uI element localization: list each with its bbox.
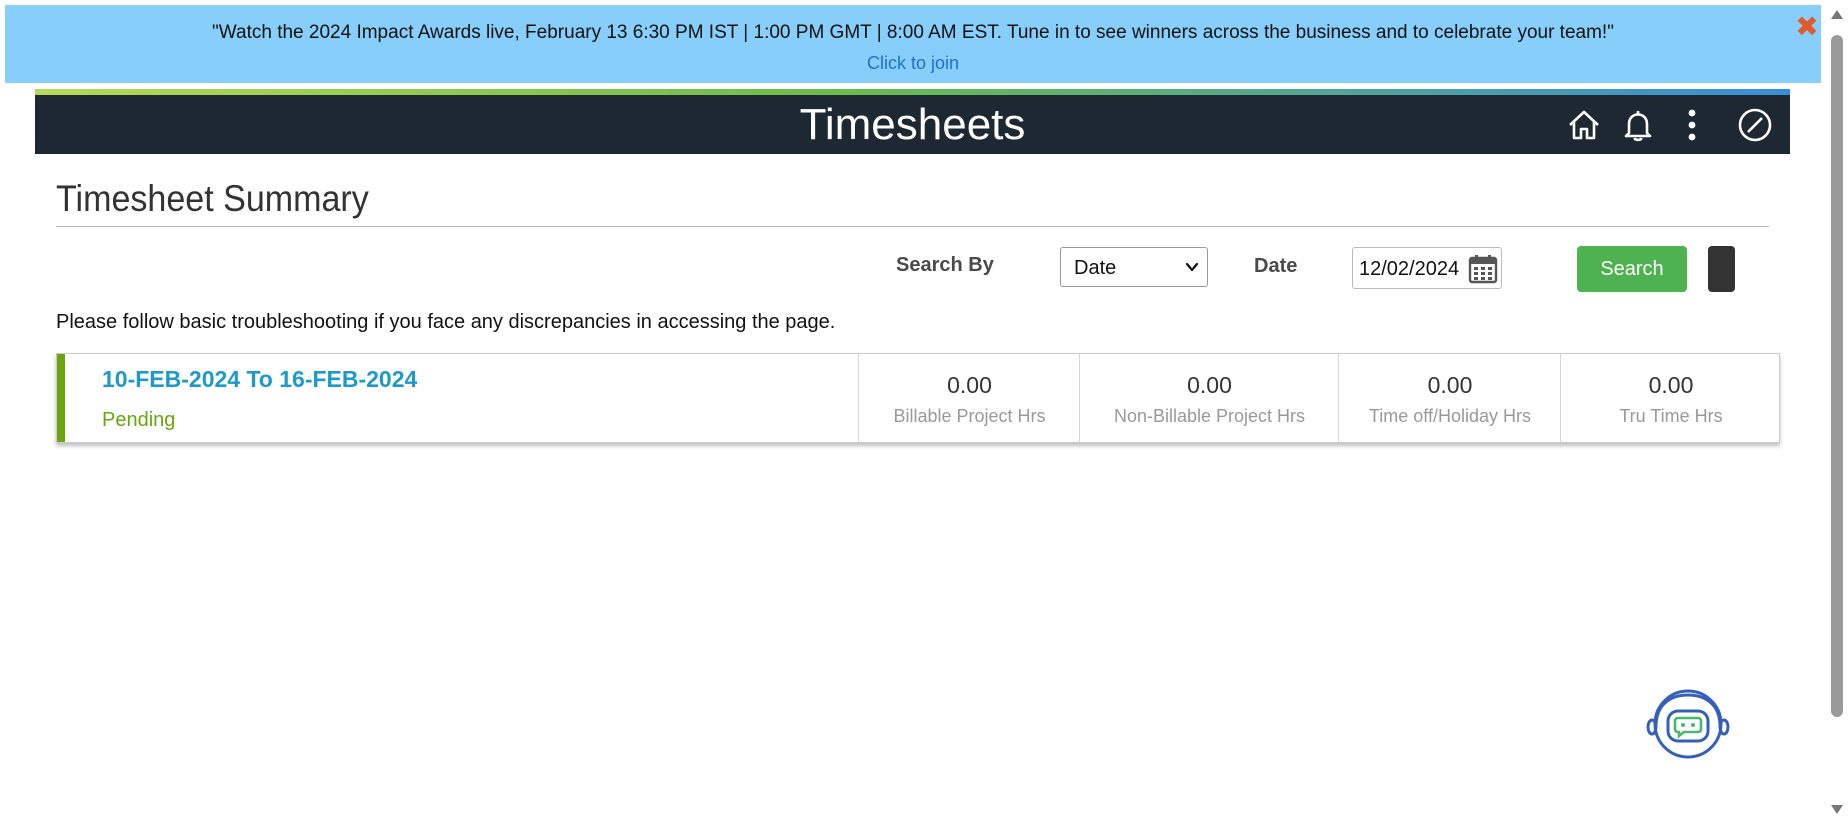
date-label: Date (1254, 255, 1298, 277)
timesheet-summary-card: 10-FEB-2024 To 16-FEB-2024 Pending 0.00 … (56, 353, 1780, 443)
scroll-down-arrow-icon[interactable] (1831, 805, 1843, 814)
chevron-down-icon (1185, 262, 1199, 272)
title-divider (56, 226, 1769, 227)
announcement-banner: "Watch the 2024 Impact Awards live, Febr… (5, 5, 1821, 83)
app-title: Timesheets (799, 100, 1026, 149)
compass-icon[interactable] (1737, 107, 1773, 143)
page-scrollbar[interactable] (1826, 0, 1848, 827)
troubleshooting-notice: Please follow basic troubleshooting if y… (56, 311, 836, 333)
banner-join-link[interactable]: Click to join (5, 53, 1821, 74)
date-input[interactable]: 12/02/2024 (1352, 247, 1502, 289)
date-value: 12/02/2024 (1359, 258, 1460, 280)
scroll-up-arrow-icon[interactable] (1831, 10, 1843, 19)
scrollbar-thumb[interactable] (1831, 35, 1843, 717)
app-header: Timesheets (35, 95, 1790, 154)
search-by-value: Date (1074, 257, 1117, 279)
metric-billable: 0.00 Billable Project Hrs (858, 354, 1080, 442)
home-icon[interactable] (1566, 107, 1602, 143)
status-text: Pending (102, 409, 176, 431)
metric-tru-time: 0.00 Tru Time Hrs (1560, 354, 1781, 442)
chatbot-icon[interactable] (1642, 687, 1734, 763)
metric-value: 0.00 (1187, 372, 1232, 398)
metric-label: Tru Time Hrs (1619, 406, 1723, 426)
options-button[interactable] (1708, 246, 1735, 292)
more-vertical-icon[interactable] (1674, 107, 1710, 143)
search-by-label: Search By (896, 254, 994, 276)
search-by-select[interactable]: Date (1060, 247, 1208, 287)
close-icon[interactable]: ✖ (1793, 13, 1821, 41)
timesheet-period-link[interactable]: 10-FEB-2024 To 16-FEB-2024 (102, 366, 417, 393)
page-title: Timesheet Summary (56, 178, 369, 219)
metric-time-off: 0.00 Time off/Holiday Hrs (1338, 354, 1561, 442)
metric-label: Billable Project Hrs (893, 406, 1046, 426)
metric-value: 0.00 (947, 372, 992, 398)
banner-message: "Watch the 2024 Impact Awards live, Febr… (212, 22, 1614, 43)
bell-icon[interactable] (1620, 107, 1656, 143)
search-button[interactable]: Search (1577, 246, 1687, 292)
metric-label: Non-Billable Project Hrs (1113, 406, 1306, 426)
metric-value: 0.00 (1427, 372, 1473, 398)
metric-label: Time off/Holiday Hrs (1368, 406, 1532, 426)
calendar-icon[interactable] (1467, 253, 1499, 285)
metric-value: 0.00 (1648, 372, 1694, 398)
metric-non-billable: 0.00 Non-Billable Project Hrs (1079, 354, 1339, 442)
status-accent-bar (57, 354, 65, 442)
